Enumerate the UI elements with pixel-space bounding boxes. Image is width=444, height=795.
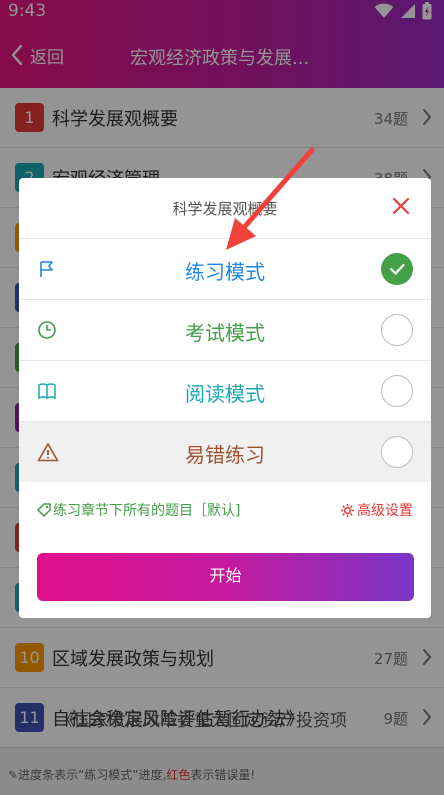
error-practice-option[interactable]: 易错练习 <box>19 421 431 482</box>
mode-label: 考试模式 <box>185 321 265 345</box>
dialog-title: 科学发展观概要 <box>172 200 278 218</box>
advanced-settings-link[interactable]: 高级设置 <box>340 500 413 520</box>
start-button[interactable]: 开始 <box>37 553 414 601</box>
close-icon[interactable] <box>393 198 409 214</box>
check-icon <box>389 263 405 275</box>
mode-radio[interactable] <box>381 253 413 285</box>
mode-label: 阅读模式 <box>185 382 265 406</box>
tag-icon <box>37 503 51 517</box>
mode-dialog: 科学发展观概要 练习模式 考试模式 阅读模式 易错练习 练习章节下所有的题目［默认] … <box>19 178 431 618</box>
mode-radio[interactable] <box>381 436 413 468</box>
mode-label: 易错练习 <box>185 443 265 467</box>
exam-mode-option[interactable]: 考试模式 <box>19 299 431 360</box>
mode-radio[interactable] <box>381 375 413 407</box>
mode-label: 练习模式 <box>185 260 265 284</box>
gear-icon <box>340 503 355 517</box>
mode-radio[interactable] <box>381 314 413 346</box>
scope-note[interactable]: 练习章节下所有的题目［默认] <box>37 500 240 520</box>
reading-mode-option[interactable]: 阅读模式 <box>19 360 431 421</box>
practice-mode-option[interactable]: 练习模式 <box>19 238 431 299</box>
